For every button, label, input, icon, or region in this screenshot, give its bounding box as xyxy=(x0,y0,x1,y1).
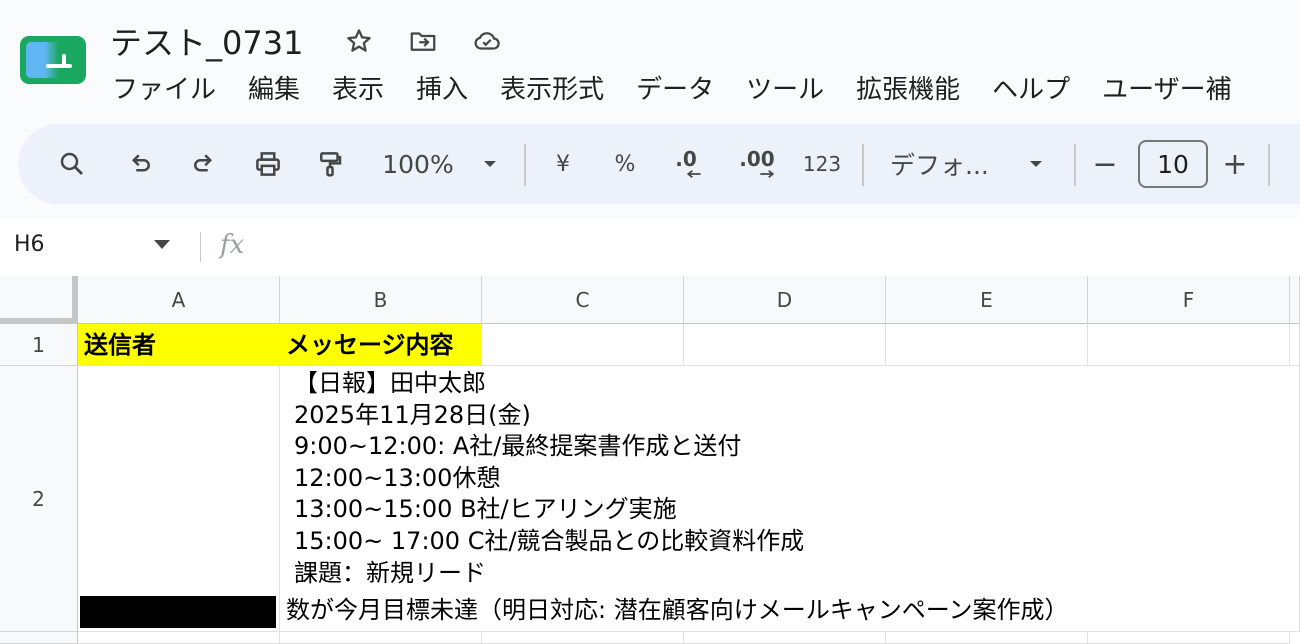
cell-e1[interactable] xyxy=(886,324,1088,366)
select-all-corner[interactable] xyxy=(0,276,78,324)
search-menus-icon[interactable] xyxy=(52,124,92,204)
cell-d3[interactable] xyxy=(684,632,886,644)
increase-font-size-button[interactable]: + xyxy=(1220,124,1250,204)
menu-bar: ファイル 編集 表示 挿入 表示形式 データ ツール 拡張機能 ヘルプ ユーザー… xyxy=(112,70,1264,110)
cloud-saved-icon[interactable] xyxy=(470,26,504,56)
sheets-logo-icon[interactable] xyxy=(20,36,86,84)
toolbar-divider xyxy=(1074,144,1076,186)
paint-format-icon[interactable] xyxy=(310,124,350,204)
cell-e3[interactable] xyxy=(886,632,1088,644)
cell-g1[interactable] xyxy=(1290,324,1300,366)
cell-f1[interactable] xyxy=(1088,324,1290,366)
decrease-decimal-button[interactable]: .0 xyxy=(666,124,706,204)
more-formats-button[interactable]: 123 xyxy=(800,124,844,204)
percent-format-button[interactable]: % xyxy=(610,124,640,204)
column-header-e[interactable]: E xyxy=(886,276,1088,324)
cell-a1[interactable]: 送信者 xyxy=(78,324,280,366)
name-box[interactable]: H6 xyxy=(14,232,45,257)
row-header-3[interactable] xyxy=(0,632,78,644)
increase-decimal-button[interactable]: .00 xyxy=(732,124,782,204)
menu-accessibility[interactable]: ユーザー補 xyxy=(1102,70,1231,110)
menu-format[interactable]: 表示形式 xyxy=(500,70,604,110)
print-icon[interactable] xyxy=(248,124,288,204)
redacted-block xyxy=(80,596,276,628)
spreadsheet-grid: A B C D E F 1 2 送信者 メッセージ内容 【日報】田中太郎 202… xyxy=(0,276,1300,644)
column-header-f[interactable]: F xyxy=(1088,276,1290,324)
menu-data[interactable]: データ xyxy=(636,70,714,110)
cell-b2-text: 【日報】田中太郎 2025年11月28日(金) 9:00~12:00: A社/最… xyxy=(294,369,805,587)
menu-extensions[interactable]: 拡張機能 xyxy=(856,70,960,110)
toolbar-divider xyxy=(1268,144,1270,186)
menu-tools[interactable]: ツール xyxy=(746,70,824,110)
column-header-a[interactable]: A xyxy=(78,276,280,324)
zoom-select[interactable]: 100% xyxy=(378,124,458,204)
star-icon[interactable] xyxy=(342,26,376,56)
row-header-1[interactable]: 1 xyxy=(0,324,78,366)
row-header-2[interactable]: 2 xyxy=(0,366,78,632)
cell-c3[interactable] xyxy=(482,632,684,644)
cell-g2[interactable] xyxy=(1290,366,1300,632)
zoom-value: 100% xyxy=(382,149,454,179)
menu-view[interactable]: 表示 xyxy=(332,70,384,110)
arrow-left-icon xyxy=(686,170,701,178)
menu-help[interactable]: ヘルプ xyxy=(992,70,1070,110)
column-header-c[interactable]: C xyxy=(482,276,684,324)
font-size-input[interactable]: 10 xyxy=(1138,140,1208,188)
column-header-d[interactable]: D xyxy=(684,276,886,324)
cell-b1[interactable]: メッセージ内容 xyxy=(280,324,482,366)
toolbar: 100% ¥ % .0 .00 123 デフォ... − 10 + xyxy=(18,124,1300,204)
move-folder-icon[interactable] xyxy=(406,26,440,56)
arrow-right-icon xyxy=(760,170,775,178)
decrease-font-size-button[interactable]: − xyxy=(1090,124,1120,204)
font-dropdown-icon[interactable] xyxy=(1024,124,1048,204)
cell-b3[interactable] xyxy=(280,632,482,644)
zoom-dropdown-icon[interactable] xyxy=(478,124,502,204)
font-select[interactable]: デフォ... xyxy=(890,124,1002,204)
toolbar-divider xyxy=(524,144,526,186)
cell-b2-overflow-text: 数が今月目標未達（明日対応: 潜在顧客向けメールキャンペーン案作成） xyxy=(286,596,1069,624)
undo-icon[interactable] xyxy=(120,124,160,204)
document-title[interactable]: テスト_0731 xyxy=(110,18,303,64)
menu-edit[interactable]: 編集 xyxy=(248,70,300,110)
cell-f3[interactable] xyxy=(1088,632,1290,644)
formula-bar: H6 fx xyxy=(0,218,1300,276)
redo-icon[interactable] xyxy=(184,124,224,204)
name-box-dropdown-icon[interactable] xyxy=(154,240,170,249)
menu-file[interactable]: ファイル xyxy=(112,70,216,110)
cell-c1[interactable] xyxy=(482,324,684,366)
cell-a2[interactable] xyxy=(78,366,280,632)
column-header-g[interactable] xyxy=(1290,276,1300,324)
currency-format-button[interactable]: ¥ xyxy=(548,124,578,204)
app-header: テスト_0731 ファイル 編集 表示 挿入 表示形式 データ ツール 拡張機能… xyxy=(0,0,1300,218)
toolbar-divider xyxy=(862,144,864,186)
font-name: デフォ... xyxy=(890,151,989,180)
cell-d1[interactable] xyxy=(684,324,886,366)
menu-insert[interactable]: 挿入 xyxy=(416,70,468,110)
formula-bar-divider xyxy=(200,232,201,262)
function-icon: fx xyxy=(220,230,245,260)
cell-a3[interactable] xyxy=(78,632,280,644)
column-header-b[interactable]: B xyxy=(280,276,482,324)
